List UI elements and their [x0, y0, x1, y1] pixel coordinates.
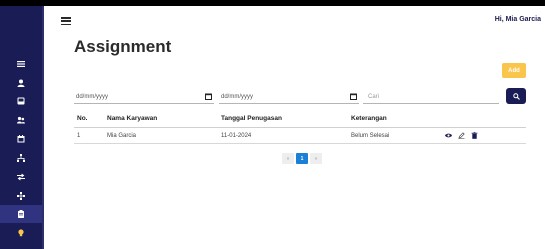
calendar-picker-icon[interactable]: [205, 93, 212, 100]
pagination-next[interactable]: »: [310, 153, 322, 164]
lightbulb-icon: [18, 229, 24, 237]
list-icon: [17, 61, 25, 67]
cell-no: 1: [77, 132, 81, 139]
search-placeholder: Cari: [368, 93, 380, 100]
sidebar-item-ideas[interactable]: [0, 224, 42, 242]
sidebar-item-calendar[interactable]: [0, 130, 42, 148]
swap-icon: [17, 173, 25, 181]
date-from-input[interactable]: dd/mm/yyyy: [74, 90, 214, 104]
sidebar-item-network[interactable]: [0, 187, 42, 205]
search-bar: Cari: [363, 88, 526, 104]
clipboard-icon: [18, 210, 24, 218]
column-header-tanggal-penugasan: Tanggal Penugasan: [221, 115, 282, 122]
hamburger-menu-icon[interactable]: [61, 17, 71, 25]
sidebar-edge: [42, 6, 44, 249]
cell-tanggal: 11-01-2024: [221, 132, 252, 139]
add-button[interactable]: Add: [502, 63, 526, 78]
hierarchy-icon: [17, 154, 25, 162]
user-greeting[interactable]: Hi, Mia Garcia: [495, 16, 541, 23]
network-icon: [17, 192, 25, 200]
user-icon: [17, 79, 25, 87]
search-button[interactable]: [506, 88, 526, 104]
search-input[interactable]: Cari: [363, 90, 499, 104]
assignment-table: No. Nama Karyawan Tanggal Penugasan Kete…: [74, 110, 526, 144]
column-header-no: No.: [77, 115, 88, 122]
table-row: 1 Mia Garcia 11-01-2024 Belum Selesai: [74, 128, 526, 144]
sidebar-item-assignment[interactable]: [0, 205, 42, 223]
pagination-prev[interactable]: «: [282, 153, 294, 164]
date-to-placeholder: dd/mm/yyyy: [221, 93, 254, 100]
sidebar-item-inbox[interactable]: [0, 92, 42, 110]
sidebar-item-users[interactable]: [0, 111, 42, 129]
search-icon: [512, 92, 520, 100]
sidebar: [0, 6, 44, 249]
column-header-nama-karyawan: Nama Karyawan: [107, 115, 158, 122]
sidebar-item-swap[interactable]: [0, 168, 42, 186]
top-strip: [0, 0, 545, 6]
table-header: No. Nama Karyawan Tanggal Penugasan Kete…: [74, 110, 526, 128]
inbox-icon: [17, 97, 25, 105]
users-icon: [17, 116, 25, 124]
sidebar-item-user[interactable]: [0, 74, 42, 92]
calendar-icon: [17, 135, 25, 143]
edit-icon[interactable]: [458, 132, 465, 139]
calendar-picker-icon[interactable]: [350, 93, 357, 100]
page-title: Assignment: [74, 37, 172, 56]
sidebar-item-list[interactable]: [0, 55, 42, 73]
date-to-input[interactable]: dd/mm/yyyy: [219, 90, 359, 104]
date-from-placeholder: dd/mm/yyyy: [76, 93, 109, 100]
sidebar-item-hierarchy[interactable]: [0, 149, 42, 167]
cell-keterangan: Belum Selesai: [351, 132, 390, 139]
column-header-keterangan: Keterangan: [351, 115, 387, 122]
row-actions: [445, 128, 478, 143]
cell-nama: Mia Garcia: [107, 132, 137, 139]
delete-icon[interactable]: [471, 132, 478, 139]
pagination-page-current[interactable]: 1: [296, 153, 308, 164]
view-icon[interactable]: [445, 132, 452, 139]
pagination: « 1 »: [282, 153, 322, 164]
